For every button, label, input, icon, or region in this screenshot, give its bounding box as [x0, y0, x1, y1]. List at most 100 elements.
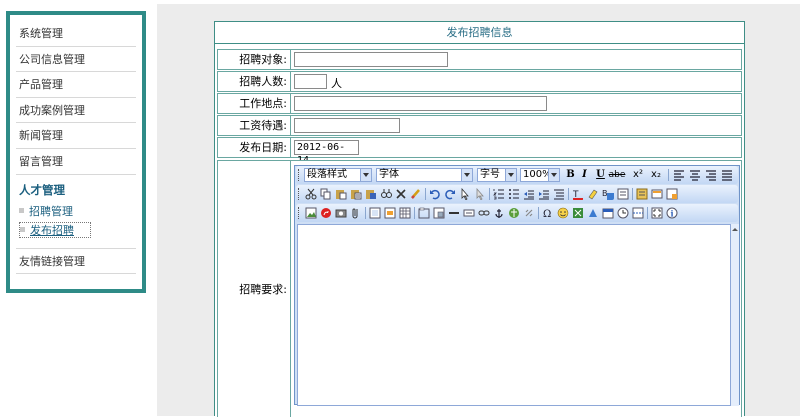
menu-success-cases[interactable]: 成功案例管理 [16, 98, 136, 124]
quick-format-icon[interactable] [587, 207, 599, 219]
template-icon[interactable] [666, 188, 678, 200]
zoom-select[interactable]: 100% [520, 168, 560, 182]
blockquote-icon[interactable] [553, 188, 565, 200]
font-select[interactable]: 字体 [376, 168, 473, 182]
ordered-list-icon[interactable] [493, 188, 505, 200]
strikethrough-button[interactable]: abe [608, 168, 626, 182]
row-count: 招聘人数: 人 [217, 71, 742, 92]
excel-icon[interactable] [572, 207, 584, 219]
indent-icon[interactable] [538, 188, 550, 200]
editor-toolbar-2: T B [296, 185, 738, 203]
anchor-icon[interactable] [493, 207, 505, 219]
location-input[interactable] [294, 96, 547, 111]
chevron-down-icon [360, 169, 371, 181]
bullet-icon [19, 207, 24, 213]
editor-toolbar-3: Ω i [296, 204, 738, 222]
recruit-form: 发布招聘信息 招聘对象: 招聘人数: 人 工作地点: 工资待遇: 发布日期: 2… [214, 21, 745, 417]
bold-button[interactable]: B [564, 168, 577, 182]
emoticon-icon[interactable] [369, 207, 381, 219]
fieldset-icon[interactable] [418, 207, 430, 219]
clear-format-icon[interactable] [410, 188, 422, 200]
time-icon[interactable] [617, 207, 629, 219]
editor-content-area[interactable] [297, 224, 731, 406]
menu-friend-links[interactable]: 友情链接管理 [16, 249, 136, 275]
preview-icon[interactable] [651, 188, 663, 200]
superscript-button[interactable]: x² [630, 168, 646, 182]
highlight-color-icon[interactable] [587, 188, 599, 200]
delete-icon[interactable] [395, 188, 407, 200]
submenu-recruit-publish[interactable]: 发布招聘 [19, 221, 91, 238]
svg-text:B: B [602, 189, 608, 198]
align-center-icon[interactable] [689, 169, 701, 181]
date-input[interactable]: 2012-06-14 [294, 140, 359, 166]
undo-icon[interactable] [429, 188, 441, 200]
font-size-select[interactable]: 字号 [477, 168, 517, 182]
editor-scrollbar[interactable] [731, 224, 739, 406]
menu-system[interactable]: 系统管理 [16, 21, 136, 47]
label-salary: 工资待遇: [218, 116, 291, 135]
submenu-recruit-manage[interactable]: 招聘管理 [19, 204, 91, 220]
subscript-button[interactable]: x₂ [648, 168, 664, 182]
form-title: 发布招聘信息 [215, 22, 744, 44]
page-break-icon[interactable] [632, 207, 644, 219]
row-salary: 工资待遇: [217, 115, 742, 136]
menu-company-info[interactable]: 公司信息管理 [16, 47, 136, 73]
image-icon[interactable] [305, 207, 317, 219]
unlink-icon[interactable] [523, 207, 535, 219]
align-right-icon[interactable] [705, 169, 717, 181]
menu-news[interactable]: 新闻管理 [16, 123, 136, 149]
marquee-icon[interactable] [463, 207, 475, 219]
redo-icon[interactable] [444, 188, 456, 200]
align-justify-icon[interactable] [721, 169, 733, 181]
about-icon[interactable]: i [666, 207, 678, 219]
paste-word-icon[interactable] [365, 188, 377, 200]
outdent-icon[interactable] [523, 188, 535, 200]
iframe-icon[interactable] [433, 207, 445, 219]
cut-icon[interactable] [305, 188, 317, 200]
select-none-icon[interactable] [474, 188, 486, 200]
target-input[interactable] [294, 52, 448, 67]
row-date: 发布日期: 2012-06-14 [217, 137, 742, 166]
underline-button[interactable]: U [594, 168, 607, 182]
label-count: 招聘人数: [218, 72, 291, 91]
unordered-list-icon[interactable] [508, 188, 520, 200]
flash-icon[interactable] [320, 207, 332, 219]
date-icon[interactable] [602, 207, 614, 219]
menu-group-talent-title[interactable]: 人才管理 [19, 182, 136, 198]
label-target: 招聘对象: [218, 50, 291, 69]
attachment-icon[interactable] [350, 207, 362, 219]
label-date: 发布日期: [218, 138, 291, 157]
format-icon[interactable] [617, 188, 629, 200]
content-panel: 发布招聘信息 招聘对象: 招聘人数: 人 工作地点: 工资待遇: 发布日期: 2… [157, 4, 800, 417]
row-target: 招聘对象: [217, 49, 742, 70]
menu-messages[interactable]: 留言管理 [16, 149, 136, 175]
toolbar-grip-icon [298, 207, 300, 219]
align-left-icon[interactable] [673, 169, 685, 181]
insert-layer-icon[interactable] [384, 207, 396, 219]
smiley-icon[interactable] [557, 207, 569, 219]
salary-input[interactable] [294, 118, 400, 133]
select-all-icon[interactable] [459, 188, 471, 200]
paste-text-icon[interactable] [350, 188, 362, 200]
fullscreen-icon[interactable] [651, 207, 663, 219]
link-icon[interactable] [478, 207, 490, 219]
chevron-down-icon [548, 169, 559, 181]
count-input[interactable] [294, 74, 327, 89]
paragraph-style-select[interactable]: 段落样式 [304, 168, 372, 182]
table-icon[interactable] [399, 207, 411, 219]
count-unit: 人 [331, 77, 342, 90]
special-char-icon[interactable]: Ω [542, 207, 554, 219]
italic-button[interactable]: I [578, 168, 591, 182]
horizontal-rule-icon[interactable] [448, 207, 460, 219]
font-color-icon[interactable]: T [572, 188, 584, 200]
menu-products[interactable]: 产品管理 [16, 72, 136, 98]
background-color-icon[interactable]: B [602, 188, 614, 200]
scroll-up-icon[interactable] [731, 226, 739, 234]
map-icon[interactable] [508, 207, 520, 219]
find-icon[interactable] [380, 188, 392, 200]
toolbar-grip-icon [298, 188, 300, 200]
copy-icon[interactable] [320, 188, 332, 200]
source-code-icon[interactable] [636, 188, 648, 200]
media-icon[interactable] [335, 207, 347, 219]
paste-icon[interactable] [335, 188, 347, 200]
